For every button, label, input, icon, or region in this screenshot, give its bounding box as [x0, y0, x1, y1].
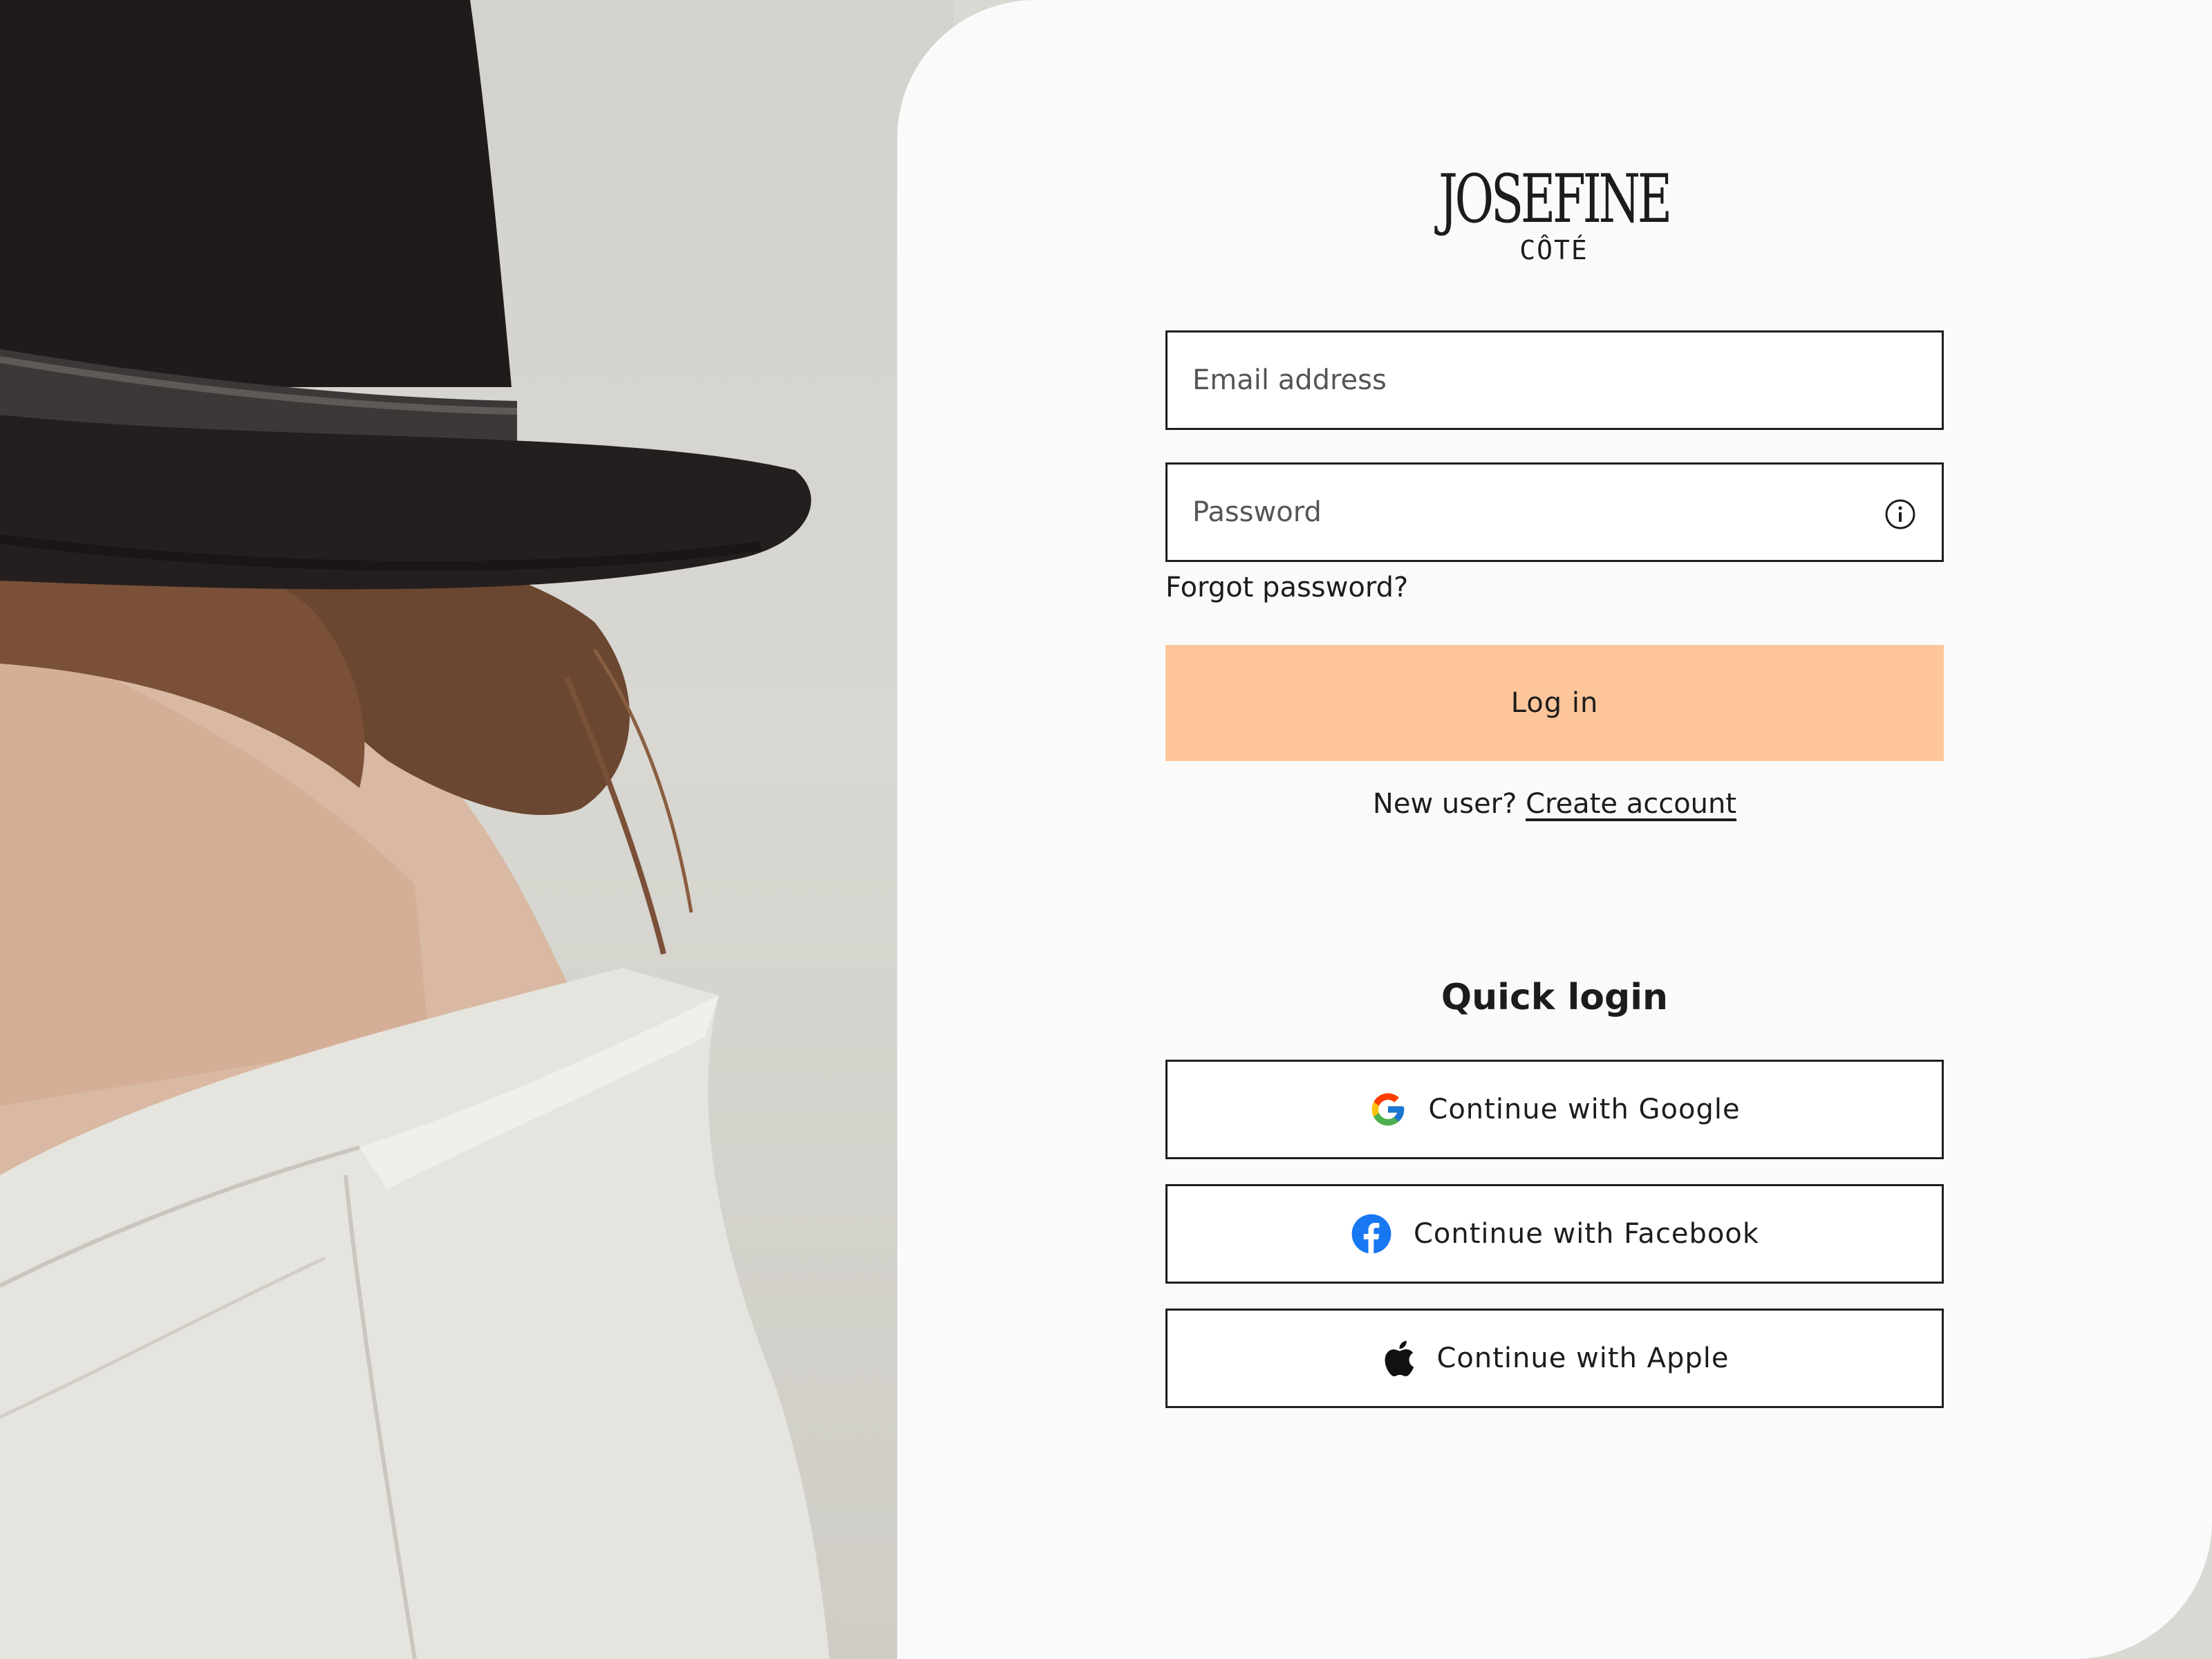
info-icon[interactable]: [1884, 498, 1917, 531]
password-field-container: [1165, 462, 1944, 562]
create-account-link[interactable]: Create account: [1526, 788, 1736, 820]
new-user-row: New user? Create account: [1165, 784, 1944, 824]
facebook-login-label: Continue with Facebook: [1413, 1218, 1760, 1250]
facebook-icon: [1351, 1214, 1391, 1254]
google-login-label: Continue with Google: [1428, 1094, 1741, 1125]
facebook-login-button[interactable]: Continue with Facebook: [1165, 1184, 1944, 1284]
brand-logo-sub: CÔTÉ: [1519, 235, 1588, 265]
apple-login-button[interactable]: Continue with Apple: [1165, 1309, 1944, 1408]
hero-photo: [0, 0, 954, 1659]
email-input[interactable]: [1168, 332, 1942, 428]
login-page: JOSEFINE CÔTÉ Forgot password? Log in Ne…: [0, 0, 2212, 1659]
hero-photo-illustration: [0, 0, 830, 1659]
apple-login-label: Continue with Apple: [1436, 1342, 1730, 1374]
brand-logo: JOSEFINE CÔTÉ: [1355, 163, 1753, 274]
email-field-container: [1165, 330, 1944, 430]
quick-login-heading: Quick login: [1441, 977, 1669, 1018]
new-user-text: New user?: [1372, 788, 1517, 820]
google-login-button[interactable]: Continue with Google: [1165, 1060, 1944, 1159]
forgot-password-link[interactable]: Forgot password?: [1165, 569, 1408, 606]
brand-logo-main: JOSEFINE: [1438, 160, 1672, 238]
apple-icon: [1385, 1340, 1414, 1377]
password-input[interactable]: [1168, 465, 1942, 560]
google-icon: [1372, 1093, 1405, 1126]
login-button[interactable]: Log in: [1165, 645, 1944, 761]
